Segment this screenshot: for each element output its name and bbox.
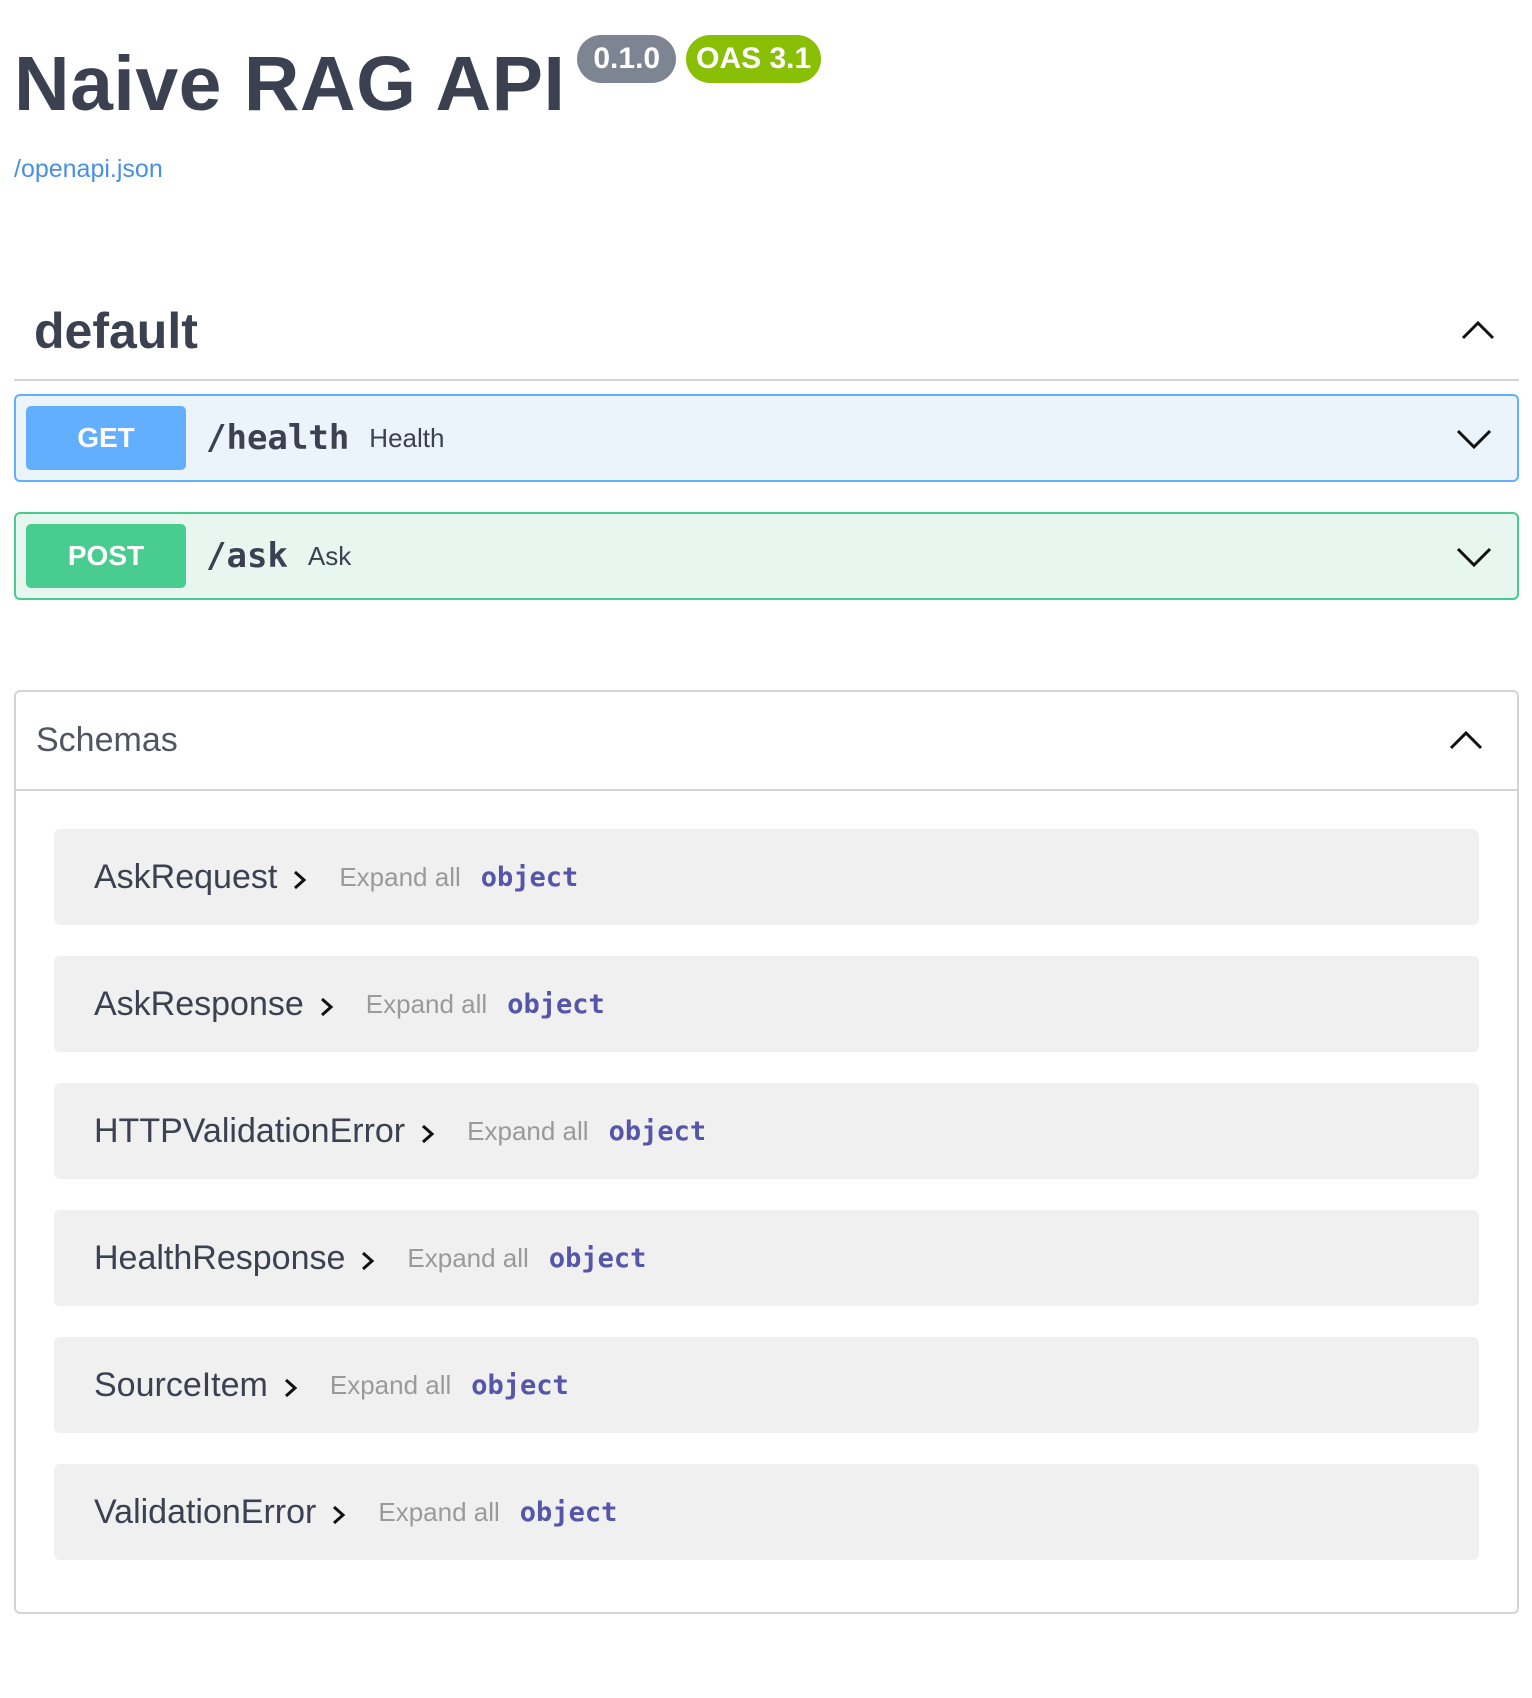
schema-type: object [519,1496,618,1528]
schema-source-item[interactable]: SourceItem Expand all object [54,1337,1479,1433]
schema-ask-request[interactable]: AskRequest Expand all object [54,829,1479,925]
schema-name: AskResponse [94,984,304,1023]
operation-path: /ask [206,536,288,576]
oas-version-badge: OAS 3.1 [686,35,822,83]
tag-name: default [34,302,198,359]
expand-all-button[interactable]: Expand all [407,1243,528,1274]
operation-summary: Health [369,422,445,453]
method-badge-post: POST [26,524,186,588]
expand-all-button[interactable]: Expand all [339,862,460,893]
api-title: Naive RAG API [14,41,566,127]
chevron-down-icon[interactable] [1453,535,1495,577]
operation-post-ask[interactable]: POST /ask Ask [14,512,1519,600]
operation-path: /health [206,418,350,458]
schema-http-validation-error[interactable]: HTTPValidationError Expand all object [54,1083,1479,1179]
method-badge-get: GET [26,406,186,470]
operation-summary: Ask [307,540,352,571]
schemas-section: Schemas AskRequest Expand all object Ask… [14,690,1519,1614]
chevron-up-icon[interactable] [1445,720,1487,762]
expand-all-button[interactable]: Expand all [467,1116,588,1147]
tag-section-default: default [14,282,1519,381]
version-badge: 0.1.0 [577,35,677,83]
chevron-right-icon[interactable] [328,1502,350,1528]
schemas-header[interactable]: Schemas [16,692,1517,791]
schema-type: object [480,861,579,893]
schema-name: AskRequest [94,857,278,896]
schemas-title: Schemas [36,721,178,759]
schema-health-response[interactable]: HealthResponse Expand all object [54,1210,1479,1306]
schema-type: object [471,1369,569,1401]
openapi-json-link[interactable]: /openapi.json [14,155,163,184]
schema-type: object [548,1242,647,1274]
api-info: Naive RAG API 0.1.0 OAS 3.1 /openapi.jso… [14,30,822,184]
chevron-down-icon[interactable] [1453,417,1495,459]
schema-name: SourceItem [94,1365,268,1404]
operation-get-health[interactable]: GET /health Health [14,394,1519,482]
title-row: Naive RAG API 0.1.0 OAS 3.1 [14,30,822,127]
chevron-right-icon[interactable] [289,867,311,893]
schema-ask-response[interactable]: AskResponse Expand all object [54,956,1479,1052]
expand-all-button[interactable]: Expand all [330,1370,451,1401]
chevron-right-icon[interactable] [316,994,338,1020]
expand-all-button[interactable]: Expand all [366,989,487,1020]
schema-type: object [608,1115,707,1147]
schema-type: object [507,988,605,1020]
expand-all-button[interactable]: Expand all [378,1497,499,1528]
schema-validation-error[interactable]: ValidationError Expand all object [54,1464,1479,1560]
chevron-right-icon[interactable] [280,1375,302,1401]
tag-header[interactable]: default [14,282,1519,381]
schema-name: HTTPValidationError [94,1111,406,1150]
schema-name: HealthResponse [94,1238,346,1277]
chevron-right-icon[interactable] [357,1248,379,1274]
schema-name: ValidationError [94,1492,317,1531]
schema-list: AskRequest Expand all object AskResponse… [16,791,1517,1560]
chevron-up-icon[interactable] [1457,310,1499,352]
chevron-right-icon[interactable] [417,1121,439,1147]
